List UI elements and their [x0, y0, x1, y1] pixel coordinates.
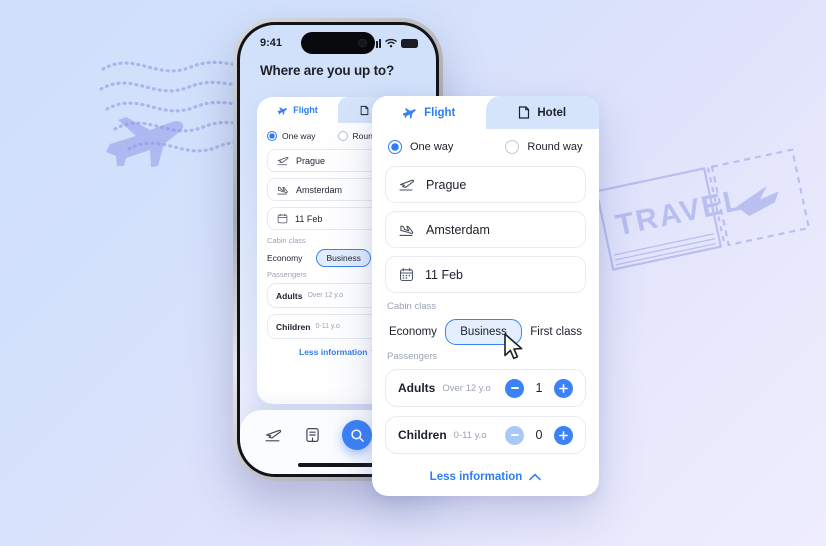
radio-dot-icon [505, 140, 520, 154]
chevron-up-icon [529, 473, 542, 481]
radio-one-way[interactable]: One way [388, 140, 453, 154]
phone-children-name: Children [276, 321, 311, 332]
radio-dot-icon [337, 131, 348, 141]
origin-value: Prague [426, 177, 467, 192]
calendar-icon [399, 267, 414, 282]
status-time: 9:41 [260, 37, 283, 49]
radio-dot-selected-icon [388, 140, 402, 154]
plane-takeoff-icon[interactable] [265, 427, 282, 444]
airplane-icon [277, 106, 288, 115]
radio-round-way-label: Round way [527, 141, 583, 153]
calendar-icon [277, 213, 288, 224]
phone-chip-business[interactable]: Business [316, 249, 371, 267]
adults-decrement-button[interactable] [505, 378, 524, 398]
phone-page-title: Where are you up to? [260, 63, 395, 78]
less-information-link[interactable]: Less information [385, 463, 586, 483]
plane-takeoff-icon [399, 179, 415, 191]
phone-tab-flight-label: Flight [293, 105, 318, 115]
adults-increment-button[interactable] [554, 378, 573, 398]
home-indicator [298, 463, 378, 467]
airplane-icon [403, 108, 416, 119]
tab-hotel-label: Hotel [537, 106, 567, 119]
trip-type-group: One way Round way [385, 140, 586, 154]
children-count: 0 [535, 428, 543, 442]
children-age: 0-11 y.o [453, 429, 487, 441]
phone-chip-economy[interactable]: Economy [267, 253, 302, 263]
chip-economy[interactable]: Economy [387, 321, 439, 343]
plane-takeoff-icon [277, 156, 289, 165]
children-decrement-button [505, 425, 524, 445]
phone-destination-value: Amsterdam [296, 184, 343, 195]
card-tab-bar: Flight Hotel [372, 96, 599, 129]
phone-adults-age: Over 12 y.o [307, 292, 344, 299]
mouse-cursor [504, 333, 523, 360]
tab-flight-label: Flight [424, 106, 456, 119]
travel-ticket-decor: TRAVEL [595, 148, 811, 271]
tab-flight[interactable]: Flight [372, 96, 486, 129]
airplane-stamp-glyph [106, 117, 184, 167]
children-increment-button[interactable] [554, 425, 573, 445]
phone-radio-one-way[interactable]: One way [267, 131, 316, 141]
plus-icon [559, 383, 568, 393]
minus-icon [510, 387, 519, 389]
radio-round-way[interactable]: Round way [505, 140, 582, 154]
adults-age: Over 12 y.o [442, 382, 491, 394]
plane-landing-icon [277, 186, 288, 194]
radio-dot-selected-icon [267, 131, 277, 141]
adults-count: 1 [535, 381, 543, 395]
destination-value: Amsterdam [426, 222, 490, 237]
passenger-row-adults: Adults Over 12 y.o 1 [385, 369, 586, 407]
radio-one-way-label: One way [410, 141, 454, 153]
status-bar: 9:41 [240, 25, 436, 55]
less-information-label: Less information [429, 471, 523, 483]
phone-adults-name: Adults [276, 290, 303, 301]
cabin-class-label: Cabin class [387, 301, 437, 312]
svg-text:TRAVEL: TRAVEL [613, 183, 747, 242]
chip-first-class[interactable]: First class [528, 321, 584, 343]
field-origin[interactable]: Prague [385, 166, 586, 203]
phone-date-value: 11 Feb [295, 213, 323, 224]
hotel-bed-icon [519, 106, 530, 119]
adults-name: Adults [398, 381, 436, 395]
minus-icon [510, 434, 519, 436]
phone-origin-value: Prague [296, 155, 326, 166]
dynamic-island [301, 32, 375, 54]
wifi-icon [385, 38, 397, 48]
cabin-class-group: Economy Business First class [385, 319, 586, 345]
ticket-icon[interactable] [305, 427, 320, 443]
flight-search-card: Flight Hotel One way Round way Prague Am… [372, 96, 599, 496]
phone-tab-flight[interactable]: Flight [257, 97, 338, 123]
field-date[interactable]: 11 Feb [385, 256, 586, 293]
passenger-row-children: Children 0-11 y.o 0 [385, 416, 586, 454]
plane-landing-icon [399, 224, 414, 236]
plus-icon [559, 430, 568, 440]
phone-nav-search-button[interactable] [342, 420, 373, 450]
battery-icon [401, 38, 418, 48]
phone-less-information-label: Less information [299, 347, 368, 357]
date-value: 11 Feb [425, 267, 463, 282]
card-body: One way Round way Prague Amsterdam 11 Fe… [372, 129, 599, 483]
tab-hotel[interactable]: Hotel [485, 96, 599, 129]
search-icon [351, 428, 364, 442]
field-destination[interactable]: Amsterdam [385, 211, 586, 248]
hotel-bed-icon [360, 105, 369, 115]
front-camera-icon [358, 38, 367, 48]
phone-children-age: 0-11 y.o [315, 323, 340, 330]
passengers-label: Passengers [387, 351, 438, 362]
phone-radio-one-way-label: One way [282, 131, 316, 141]
children-name: Children [398, 428, 447, 442]
